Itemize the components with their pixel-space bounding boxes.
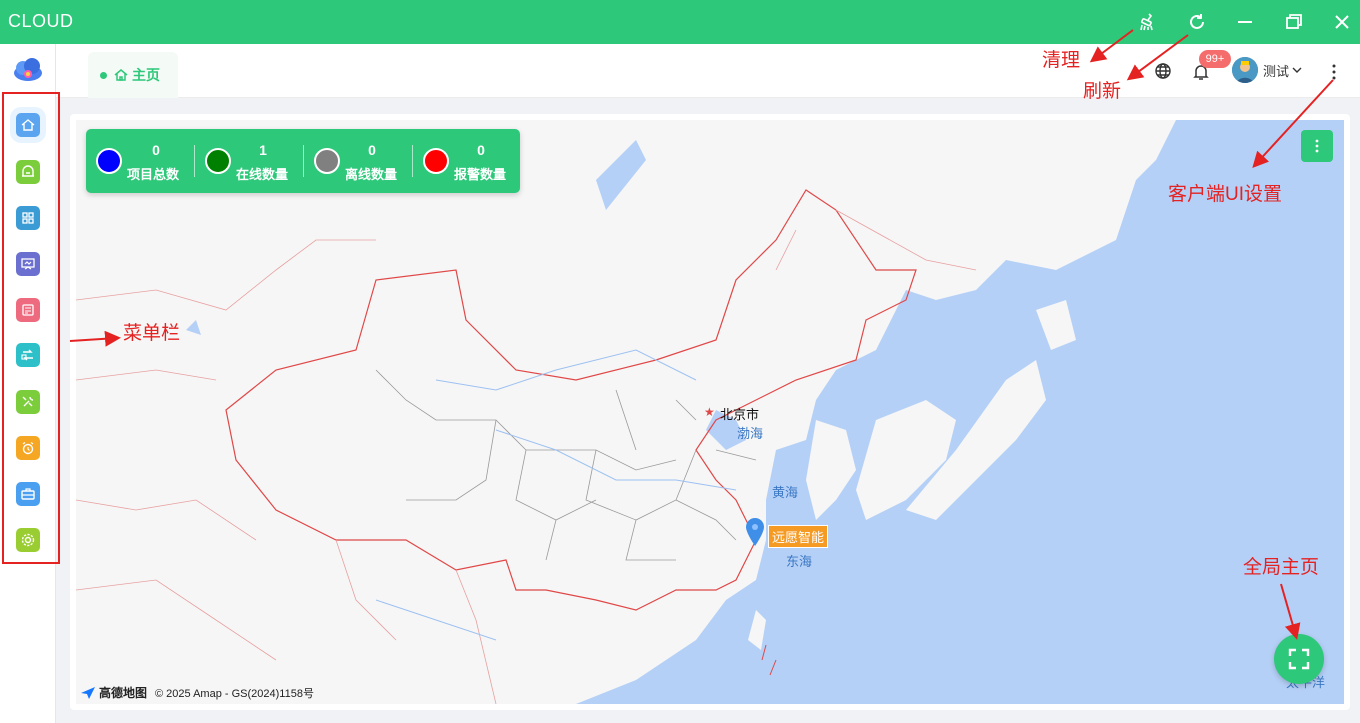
annotation-arrows	[69, 29, 1334, 640]
